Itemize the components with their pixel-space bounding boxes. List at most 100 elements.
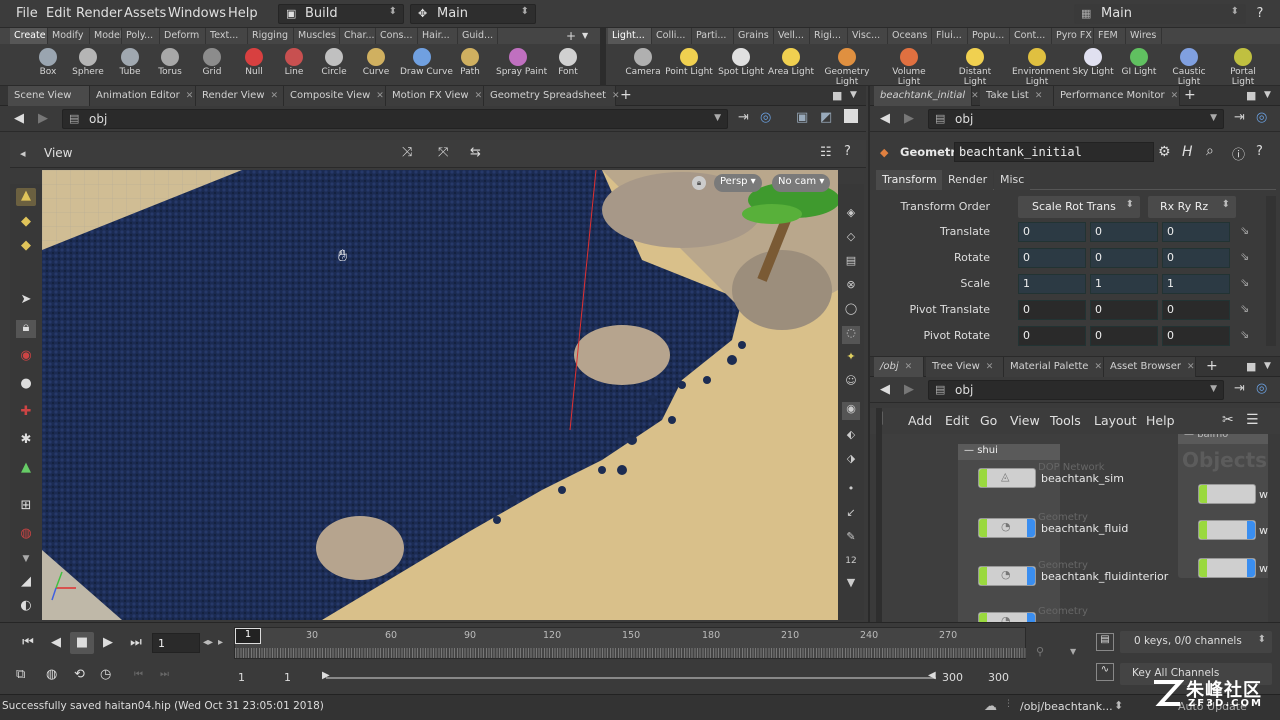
display-flag[interactable] xyxy=(979,519,987,537)
timeline-track[interactable]: 1 30 60 90 120 150 180 210 240 270 xyxy=(234,627,1027,659)
pane-menu-icon[interactable]: ▼ xyxy=(1264,90,1271,100)
tab-animation-editor[interactable]: Animation Editor ✕ xyxy=(90,86,196,106)
subtab-render[interactable]: Render xyxy=(942,170,994,190)
close-icon[interactable]: ✕ xyxy=(1171,91,1179,101)
display-options-icon[interactable]: ☷ xyxy=(820,145,832,160)
shelf-tab[interactable]: Guid... xyxy=(458,28,498,44)
tilt-icon[interactable]: ⬖ xyxy=(842,428,860,446)
shelf-tool-spot-light[interactable]: Spot Light xyxy=(716,46,766,86)
param-field[interactable]: 1 xyxy=(1018,274,1086,294)
display-flag[interactable] xyxy=(1199,485,1207,503)
paint-icon[interactable]: ▲ xyxy=(16,460,36,478)
shelf-tab[interactable]: Light... xyxy=(608,28,652,44)
shelf-menu-icon[interactable]: ▼ xyxy=(582,31,588,40)
loop-icon[interactable]: ⟲ xyxy=(74,667,85,682)
network-menu-help[interactable]: Help xyxy=(1146,413,1175,428)
shelf-tab[interactable]: Text... xyxy=(206,28,248,44)
sphere-view-icon[interactable]: ◐ xyxy=(16,598,36,616)
shelf-tool-circle[interactable]: Circle xyxy=(312,46,356,86)
range-start[interactable]: 1 xyxy=(238,671,245,684)
menu-file[interactable]: File xyxy=(16,6,38,21)
shelf-tool-area-light[interactable]: Area Light xyxy=(766,46,816,86)
network-menu-tools[interactable]: Tools xyxy=(1050,413,1081,428)
render-flag[interactable] xyxy=(1247,521,1255,539)
channel-list-icon[interactable]: ▤ xyxy=(1096,633,1114,651)
param-field[interactable]: 0 xyxy=(1162,222,1230,242)
view-menu-icon[interactable]: ◂ xyxy=(20,147,26,160)
next-key-icon[interactable]: ⏭ xyxy=(160,669,169,680)
shelf-tab[interactable]: Vell... xyxy=(774,28,810,44)
range-start-playback[interactable]: 1 xyxy=(284,671,291,684)
param-field[interactable]: 0 xyxy=(1090,300,1158,320)
add-shelf-icon[interactable]: + xyxy=(566,29,576,43)
network-menu-layout[interactable]: Layout xyxy=(1094,413,1137,428)
cube-icon[interactable]: ▣ xyxy=(796,110,808,125)
range-handle-left[interactable]: ▶ xyxy=(322,670,330,681)
network-box-header[interactable]: — baimo xyxy=(1178,434,1268,444)
shelf-tool-font[interactable]: Font xyxy=(546,46,590,86)
network-box-baimo[interactable]: — baimo Objects xyxy=(1178,434,1268,578)
shelf-tab[interactable]: Deform xyxy=(160,28,206,44)
param-scrollbar[interactable] xyxy=(1266,196,1276,346)
magnet-icon[interactable]: ◉ xyxy=(16,348,36,366)
network-box-header[interactable]: — shui xyxy=(958,444,1060,460)
close-icon[interactable]: ✕ xyxy=(986,362,994,372)
param-field[interactable]: 0 xyxy=(1018,326,1086,346)
audio-icon[interactable]: ◍ xyxy=(46,667,57,682)
tab-node-params[interactable]: beachtank_initial ✕ xyxy=(874,86,979,106)
lock-icon[interactable]: 🔒︎ xyxy=(16,320,36,338)
shelf-tab[interactable]: Oceans xyxy=(888,28,932,44)
shelf-tool-torus[interactable]: Torus xyxy=(148,46,192,86)
shelf-tab[interactable]: Flui... xyxy=(932,28,968,44)
maximize-icon[interactable]: ■ xyxy=(1246,360,1256,373)
stop-icon[interactable]: ■ xyxy=(70,632,94,654)
shelf-tool-caustic-light[interactable]: Caustic Light xyxy=(1164,46,1214,87)
display-flag[interactable] xyxy=(1199,521,1207,539)
shelf-tab[interactable]: Colli... xyxy=(652,28,692,44)
add-tab-icon[interactable]: + xyxy=(1184,87,1196,103)
network-node[interactable]: ◔ xyxy=(978,566,1036,586)
tab-take-list[interactable]: Take List ✕ xyxy=(980,86,1054,106)
display-flag[interactable] xyxy=(979,613,987,622)
network-scrollbar[interactable] xyxy=(1268,434,1280,622)
render-flag[interactable] xyxy=(1027,519,1035,537)
close-icon[interactable]: ✕ xyxy=(271,91,279,101)
shelf-tab[interactable]: Hair... xyxy=(418,28,458,44)
shelf-tab[interactable]: Model xyxy=(90,28,122,44)
light-icon[interactable]: ✦ xyxy=(842,350,860,368)
shelf-tab[interactable]: Modify xyxy=(48,28,90,44)
display-icon[interactable]: ◈ xyxy=(842,206,860,224)
shelf-tab[interactable]: Cont... xyxy=(1010,28,1052,44)
param-field[interactable]: 1 xyxy=(1090,274,1158,294)
close-icon[interactable]: ✕ xyxy=(1035,91,1043,101)
add-tab-icon[interactable]: + xyxy=(1206,358,1218,374)
pointer-icon[interactable]: ➤ xyxy=(16,292,36,310)
rotate-handle-icon[interactable]: ◆ xyxy=(16,238,36,256)
shelf-tool-box[interactable]: Box xyxy=(26,46,70,86)
menu-windows[interactable]: Windows xyxy=(168,6,226,21)
pin-icon[interactable]: ⇥ xyxy=(1234,381,1245,396)
back-arrow-icon[interactable]: ◀ xyxy=(880,382,890,397)
move-handle-icon[interactable]: ◆ xyxy=(16,214,36,232)
tab-asset-browser[interactable]: Asset Browser ✕ xyxy=(1104,357,1196,377)
menu-assets[interactable]: Assets xyxy=(124,6,166,21)
forward-arrow-icon[interactable]: ▶ xyxy=(904,382,914,397)
cloud-icon[interactable]: ☁ xyxy=(984,699,997,714)
maximize-icon[interactable]: ■ xyxy=(832,89,842,102)
shelf-tool-gi-light[interactable]: GI Light xyxy=(1114,46,1164,86)
help-icon[interactable]: ? xyxy=(844,144,851,159)
jump-end-icon[interactable]: ⏭ xyxy=(124,632,148,654)
shelf-tab[interactable]: Rigging xyxy=(248,28,294,44)
back-arrow-icon[interactable]: ◀ xyxy=(880,111,890,126)
maximize-icon[interactable]: ■ xyxy=(1246,89,1256,102)
shelf-tab[interactable]: Create xyxy=(10,28,48,44)
snap-point-icon[interactable]: ◍ xyxy=(16,526,36,544)
param-field[interactable]: 1 xyxy=(1162,274,1230,294)
tab-obj[interactable]: /obj ✕ xyxy=(874,357,924,377)
param-field[interactable]: 0 xyxy=(1018,222,1086,242)
channel-icon[interactable]: ⇘ xyxy=(1240,328,1249,341)
tab-composite-view[interactable]: Composite View ✕ xyxy=(284,86,386,106)
network-menu-go[interactable]: Go xyxy=(980,413,997,428)
forward-arrow-icon[interactable]: ▶ xyxy=(904,111,914,126)
shelf-tool-point-light[interactable]: Point Light xyxy=(664,46,714,86)
